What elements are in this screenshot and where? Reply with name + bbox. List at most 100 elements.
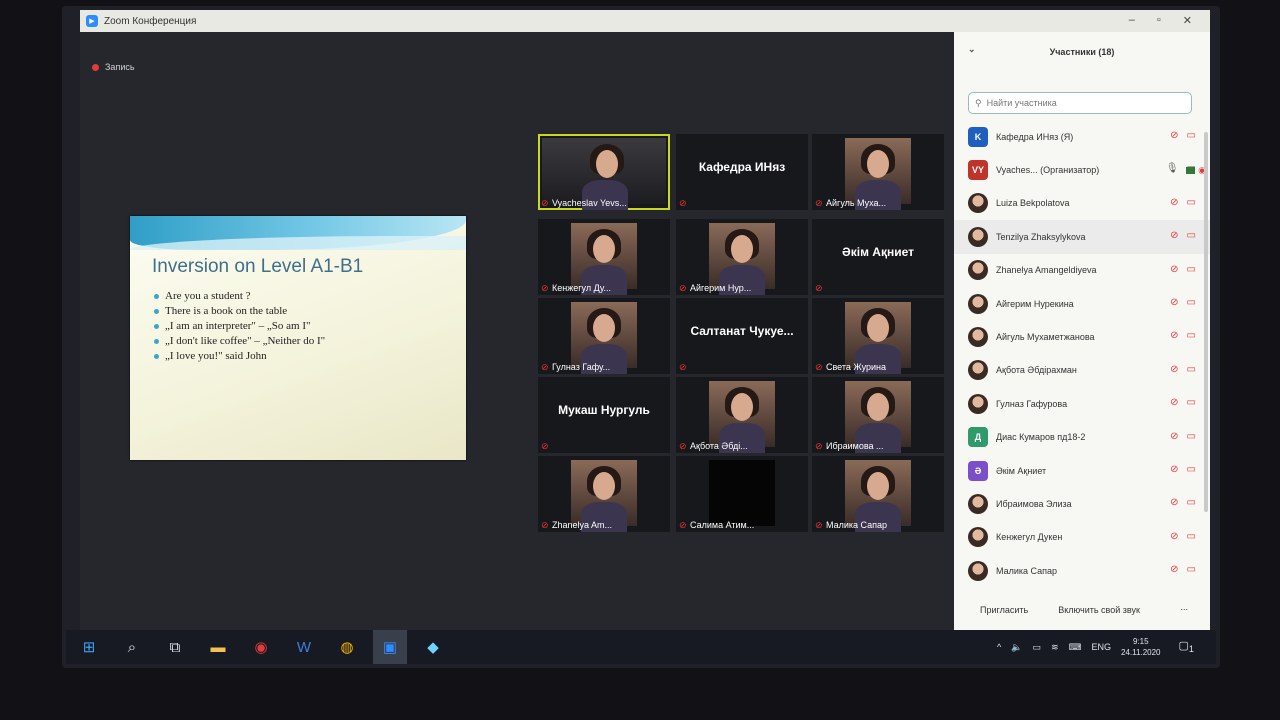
mic-muted-icon: ⊘ [679, 198, 687, 208]
unmute-self-button[interactable]: Включить свой звук [1058, 605, 1140, 615]
chrome-icon[interactable]: ◍ [330, 630, 364, 664]
word-icon[interactable]: W [287, 630, 321, 664]
camera-off-icon[interactable]: ▭ [1187, 230, 1196, 242]
video-tile[interactable]: ⊘ Айгуль Муха... [812, 134, 944, 210]
video-tile[interactable]: ⊘ Vyacheslav Yevs... [538, 134, 670, 210]
mic-muted-icon[interactable]: ⊘ [1170, 531, 1178, 543]
search-icon[interactable]: ⌕ [115, 630, 149, 664]
participant-row[interactable]: Айгуль Мухаметжанова ⊘ ▭ [954, 320, 1210, 353]
video-tile[interactable]: Мукаш Нургуль ⊘ [538, 377, 670, 453]
camera-off-icon[interactable]: ▭ [1187, 197, 1196, 209]
participant-row[interactable]: Гулназ Гафурова ⊘ ▭ [954, 387, 1210, 420]
more-options-button[interactable]: ... [1180, 602, 1188, 612]
windows-start-icon[interactable]: ⊞ [72, 630, 106, 664]
close-icon[interactable]: ✕ [1183, 14, 1192, 27]
video-tile[interactable]: ⊘ Малика Сапар [812, 456, 944, 532]
camera-off-icon[interactable]: ▭ [1187, 397, 1196, 409]
mic-muted-icon[interactable]: ⊘ [1170, 397, 1178, 409]
maximize-icon[interactable]: ▫ [1157, 14, 1161, 27]
mic-muted-icon[interactable]: ⊘ [1170, 497, 1178, 509]
camera-off-icon[interactable]: ▭ [1187, 330, 1196, 342]
mic-muted-icon[interactable]: ⊘ [1170, 264, 1178, 276]
recording-indicator[interactable]: Запись [92, 62, 135, 72]
bullet-icon [154, 308, 159, 314]
participant-row[interactable]: Кенжегул Дукен ⊘ ▭ [954, 521, 1210, 554]
app-blue-icon[interactable]: ◆ [416, 630, 450, 664]
video-tile[interactable]: ⊘ Кенжегул Ду... [538, 219, 670, 295]
mic-icon[interactable]: 🎙 [1166, 163, 1179, 175]
mic-muted-icon[interactable]: ⊘ [1170, 197, 1178, 209]
camera-off-icon[interactable]: ▭ [1187, 297, 1196, 309]
participant-video [709, 460, 775, 526]
participant-row[interactable]: Ибраимова Элиза ⊘ ▭ [954, 487, 1210, 520]
mic-muted-icon: ⊘ [815, 283, 823, 293]
camera-icon[interactable]: ▭ [1187, 163, 1196, 175]
app-red-icon[interactable]: ◉ [244, 630, 278, 664]
volume-icon[interactable]: 🔈 [1011, 642, 1022, 653]
participant-row[interactable]: Д Диас Кумаров пд18-2 ⊘ ▭ [954, 421, 1210, 454]
participant-status-icons: ⊘ ▭ [1170, 464, 1196, 476]
camera-off-icon[interactable]: ▭ [1187, 364, 1196, 376]
camera-off-icon[interactable]: ▭ [1187, 564, 1196, 576]
tile-big-name: Салтанат Чукуе... [690, 324, 794, 338]
slide-bullet: Are you a student ? [154, 290, 325, 302]
invite-button[interactable]: Пригласить [980, 605, 1028, 615]
mic-muted-icon[interactable]: ⊘ [1170, 130, 1178, 142]
video-tile[interactable]: ⊘ Айгерим Нур... [676, 219, 808, 295]
camera-off-icon[interactable]: ▭ [1187, 264, 1196, 276]
task-view-icon[interactable]: ⧉ [158, 630, 192, 664]
chevron-up-icon[interactable]: ^ [997, 642, 1001, 652]
language-indicator[interactable]: ENG [1092, 642, 1112, 652]
video-tile[interactable]: Әкім Ақниет ⊘ [812, 219, 944, 295]
panel-footer: Пригласить Включить свой звук ... [954, 590, 1210, 630]
chevron-down-icon[interactable]: ⌄ [968, 44, 976, 55]
camera-off-icon[interactable]: ▭ [1187, 497, 1196, 509]
mic-muted-icon[interactable]: ⊘ [1170, 230, 1178, 242]
participant-row[interactable]: Ақбота Әбдірахман ⊘ ▭ [954, 354, 1210, 387]
system-tray: ^ 🔈 ▭ ≋ ⌨ ENG 9:15 24.11.2020 ▢1 [997, 630, 1194, 664]
video-tile[interactable]: Салтанат Чукуе... ⊘ [676, 298, 808, 374]
file-explorer-icon[interactable]: ▬ [201, 630, 235, 664]
participant-row[interactable]: Zhanelya Amangeldiyeva ⊘ ▭ [954, 254, 1210, 287]
mic-muted-icon[interactable]: ⊘ [1170, 464, 1178, 476]
mic-muted-icon[interactable]: ⊘ [1170, 330, 1178, 342]
avatar [968, 226, 988, 247]
participant-row[interactable]: Luiza Bekpolatova ⊘ ▭ [954, 187, 1210, 220]
participant-row[interactable]: Tenzilya Zhaksylykova ⊘ ▭ [954, 220, 1210, 254]
battery-icon[interactable]: ▭ [1032, 642, 1041, 653]
wifi-icon[interactable]: ≋ [1051, 642, 1059, 653]
participants-scrollbar[interactable] [1204, 132, 1208, 512]
video-tile[interactable]: ⊘ Гулназ Гафу... [538, 298, 670, 374]
video-figure [596, 150, 618, 178]
video-tile[interactable]: ⊘ Салима Атим... [676, 456, 808, 532]
camera-off-icon[interactable]: ▭ [1187, 464, 1196, 476]
participant-row[interactable]: K Кафедра ИНяз (Я) ⊘ ▭ [954, 120, 1210, 153]
video-tile[interactable]: ⊘ Ибраимова ... [812, 377, 944, 453]
video-tile[interactable]: ⊘ Ақбота Әбді... [676, 377, 808, 453]
mic-muted-icon: ⊘ [541, 282, 549, 293]
mic-muted-icon[interactable]: ⊘ [1170, 364, 1178, 376]
keyboard-icon[interactable]: ⌨ [1069, 642, 1082, 653]
zoom-camera-icon: ▶ [86, 15, 98, 27]
participant-search-input[interactable]: ⚲ Найти участника [968, 92, 1192, 114]
participant-row[interactable]: Малика Сапар ⊘ ▭ [954, 554, 1210, 587]
video-tile[interactable]: ⊘ Zhanelya Am... [538, 456, 670, 532]
camera-off-icon[interactable]: ▭ [1187, 531, 1196, 543]
tile-caption: ⊘ Кенжегул Ду... [541, 283, 611, 293]
minimize-icon[interactable]: – [1129, 14, 1135, 27]
camera-off-icon[interactable]: ▭ [1187, 130, 1196, 142]
participant-status-icons: ⊘ ▭ [1170, 364, 1196, 376]
windows-taskbar: ⊞ ⌕ ⧉ ▬ ◉ W ◍ ▣ ◆ ^ 🔈 ▭ ≋ ⌨ ENG 9:15 24.… [66, 630, 1216, 664]
clock[interactable]: 9:15 24.11.2020 [1121, 636, 1160, 658]
camera-off-icon[interactable]: ▭ [1187, 431, 1196, 443]
mic-muted-icon[interactable]: ⊘ [1170, 564, 1178, 576]
participant-row[interactable]: Айгерим Нурекина ⊘ ▭ [954, 287, 1210, 320]
participant-row[interactable]: VY Vyaches... (Организатор) ◉ 🎙 ▭ [954, 153, 1210, 186]
video-tile[interactable]: Кафедра ИНяз ⊘ [676, 134, 808, 210]
zoom-taskbar-icon[interactable]: ▣ [373, 630, 407, 664]
notification-icon[interactable]: ▢1 [1179, 639, 1195, 654]
participant-row[interactable]: Ә Әкім Ақниет ⊘ ▭ [954, 454, 1210, 487]
mic-muted-icon[interactable]: ⊘ [1170, 297, 1178, 309]
mic-muted-icon[interactable]: ⊘ [1170, 431, 1178, 443]
video-tile[interactable]: ⊘ Света Журина [812, 298, 944, 374]
